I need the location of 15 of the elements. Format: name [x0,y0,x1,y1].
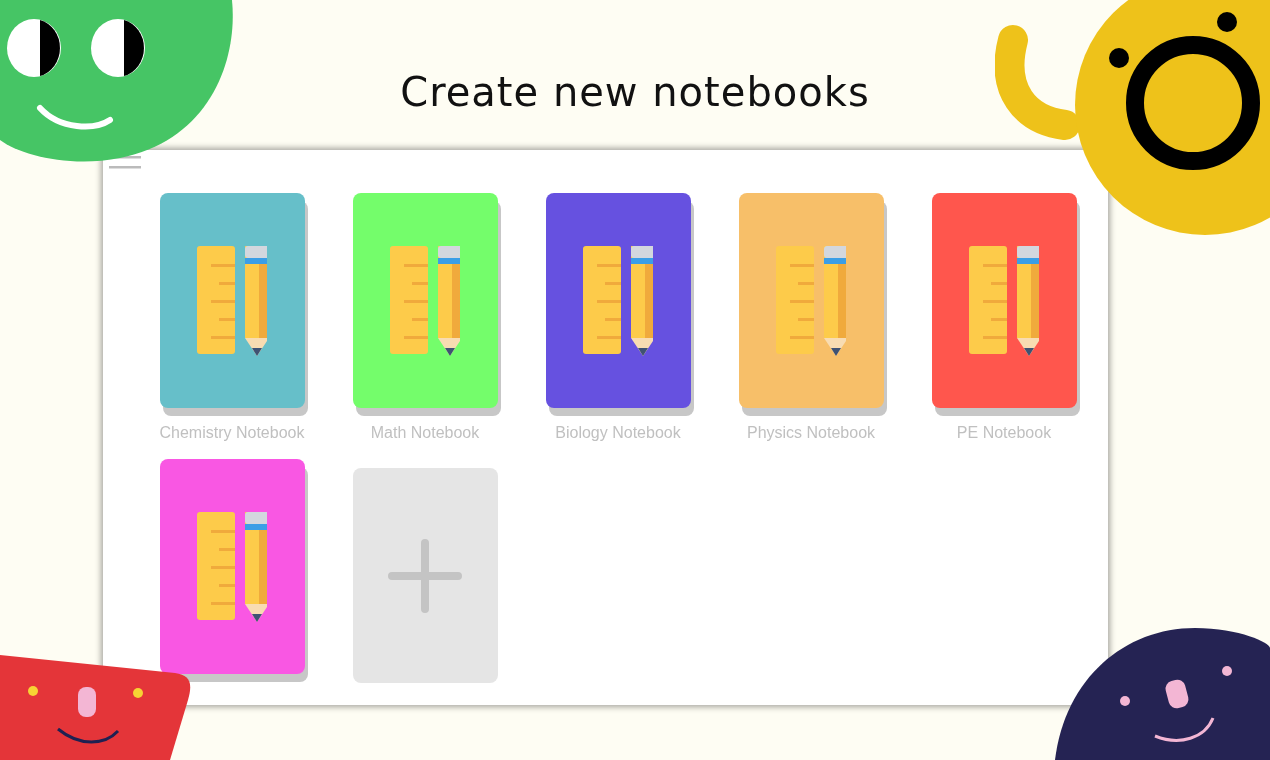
ruler-pencil-icon [969,245,1039,356]
ruler-pencil-icon [390,245,460,356]
menu-icon[interactable] [108,156,141,170]
notebook-title: Biology Notebook [555,424,681,442]
notebook-title: Math Notebook [370,424,480,442]
page-title: Create new notebooks [400,68,870,117]
ruler-pencil-icon [583,245,653,356]
add-notebook-button[interactable] [352,468,498,683]
plus-icon [388,538,462,613]
ruler-pencil-icon [776,245,846,356]
notebook-title: PE Notebook [956,424,1052,442]
ruler-pencil-icon [197,245,267,356]
notebook-title: Physics Notebook [746,424,876,442]
ruler-pencil-icon [197,511,267,622]
notebook-title: Chemistry Notebook [159,424,305,442]
